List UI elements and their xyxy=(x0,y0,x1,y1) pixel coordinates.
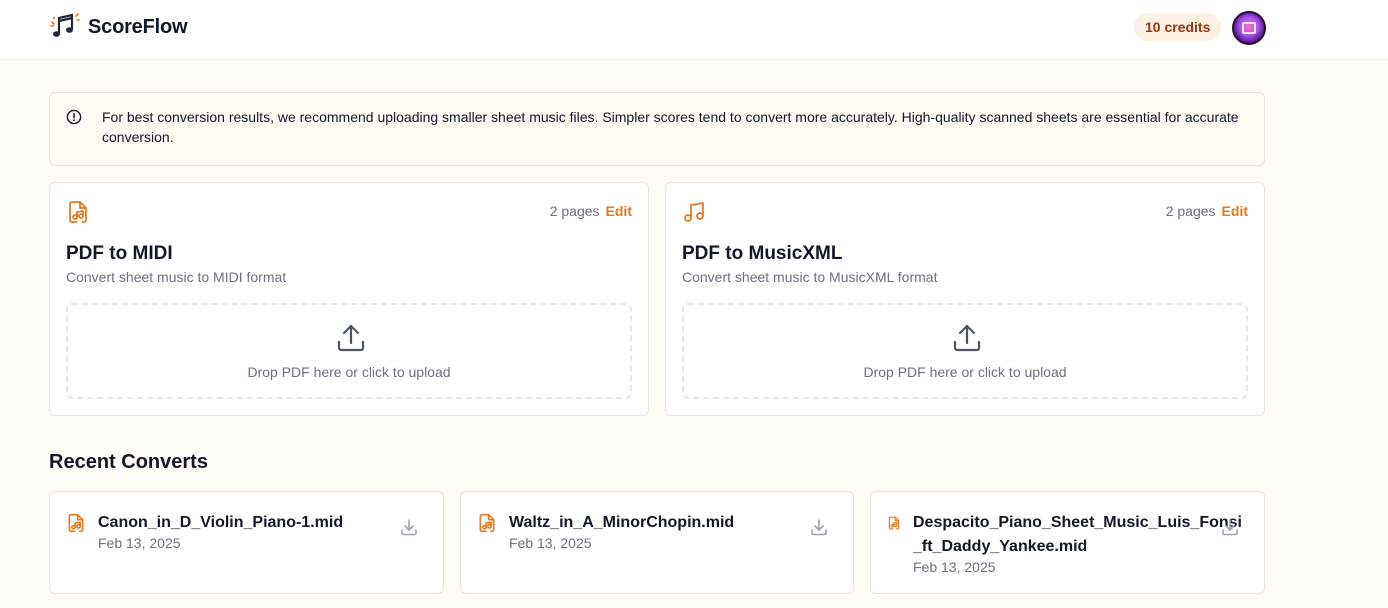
pdf-to-musicxml-card: 2 pages Edit PDF to MusicXML Convert shee… xyxy=(665,182,1265,416)
page-count-text: 2 pages xyxy=(549,203,600,219)
credits-badge[interactable]: 10 credits xyxy=(1134,13,1222,41)
page-count: 2 pages Edit xyxy=(1166,203,1248,219)
upload-icon xyxy=(953,324,981,352)
user-avatar[interactable] xyxy=(1232,11,1266,45)
edit-pages-link[interactable]: Edit xyxy=(1222,203,1248,219)
card-title: PDF to MIDI xyxy=(66,243,173,264)
top-bar: ScoreFlow 10 credits xyxy=(0,0,1388,60)
upload-text: Drop PDF here or click to upload xyxy=(863,364,1067,380)
recent-item[interactable]: Canon_in_D_Violin_Piano-1.mid Feb 13, 20… xyxy=(49,491,444,594)
file-music-icon xyxy=(69,201,87,223)
upload-dropzone[interactable]: Drop PDF here or click to upload xyxy=(66,303,632,399)
download-icon[interactable] xyxy=(809,517,829,537)
card-description: Convert sheet music to MusicXML format xyxy=(682,269,938,285)
app-name: ScoreFlow xyxy=(88,15,188,38)
avatar-image xyxy=(1242,22,1256,34)
upload-dropzone[interactable]: Drop PDF here or click to upload xyxy=(682,303,1248,399)
recent-item[interactable]: Despacito_Piano_Sheet_Music_Luis_Fonsi _… xyxy=(870,491,1265,594)
pdf-to-midi-card: 2 pages Edit PDF to MIDI Convert sheet mu… xyxy=(49,182,649,416)
recent-item[interactable]: Waltz_in_A_MinorChopin.mid Feb 13, 2025 xyxy=(460,491,854,594)
upload-icon xyxy=(337,324,365,352)
file-music-icon xyxy=(479,513,495,533)
info-notice: For best conversion results, we recommen… xyxy=(49,92,1265,166)
edit-pages-link[interactable]: Edit xyxy=(606,203,632,219)
upload-text: Drop PDF here or click to upload xyxy=(247,364,451,380)
file-date: Feb 13, 2025 xyxy=(509,535,592,551)
download-icon[interactable] xyxy=(399,517,419,537)
download-icon[interactable] xyxy=(1220,517,1240,537)
file-name: Waltz_in_A_MinorChopin.mid xyxy=(509,514,735,531)
file-name-line: Despacito_Piano_Sheet_Music_Luis_Fonsi xyxy=(913,514,1242,531)
music-notes-icon xyxy=(684,202,704,222)
notice-text: For best conversion results, we recommen… xyxy=(102,109,1239,145)
card-description: Convert sheet music to MIDI format xyxy=(66,269,287,285)
file-music-icon xyxy=(68,513,84,533)
recent-converts-title: Recent Converts xyxy=(49,451,208,473)
music-note-logo-icon xyxy=(50,13,80,37)
card-title: PDF to MusicXML xyxy=(682,243,843,264)
file-date: Feb 13, 2025 xyxy=(913,559,996,575)
file-music-icon xyxy=(888,516,900,530)
file-name: Canon_in_D_Violin_Piano-1.mid xyxy=(98,514,344,531)
file-name: Despacito_Piano_Sheet_Music_Luis_Fonsi _… xyxy=(913,511,1242,559)
logo[interactable]: ScoreFlow xyxy=(50,12,188,42)
info-icon xyxy=(66,109,82,125)
file-date: Feb 13, 2025 xyxy=(98,535,181,551)
page-count-text: 2 pages xyxy=(1165,203,1216,219)
file-name-line: _ft_Daddy_Yankee.mid xyxy=(913,538,1088,555)
page-count: 2 pages Edit xyxy=(550,203,632,219)
